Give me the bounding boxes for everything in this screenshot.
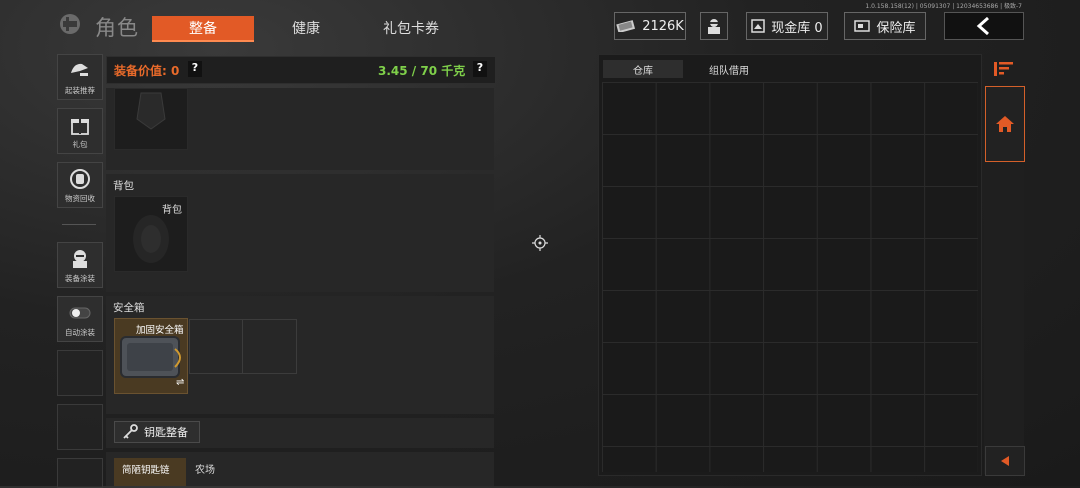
stash-grid[interactable] xyxy=(602,82,978,472)
sidebar-item-label: 自动涂装 xyxy=(65,328,95,337)
sidebar-item-gift[interactable]: 礼包 xyxy=(57,108,103,154)
recycle-icon xyxy=(70,169,90,189)
currency-amount: 2126K xyxy=(642,18,684,34)
keychain-map-label: 农场 xyxy=(195,465,215,476)
insurance-button[interactable]: 保险库 xyxy=(844,12,926,40)
currency-display[interactable]: 2126K xyxy=(614,12,686,40)
insurance-label: 保险库 xyxy=(876,20,916,36)
sidebar-divider xyxy=(62,224,96,225)
gift-icon xyxy=(71,119,89,135)
swap-icon[interactable]: ⇌ xyxy=(176,377,184,388)
profile-button[interactable] xyxy=(700,12,728,40)
vault-icon xyxy=(751,19,766,33)
toggle-icon[interactable] xyxy=(68,301,92,325)
tab-gift-cards[interactable]: 礼包卡券 xyxy=(358,16,464,40)
safe-icon xyxy=(854,20,871,32)
crosshair-icon xyxy=(532,235,548,251)
key-loadout-button[interactable]: 钥匙整备 xyxy=(114,421,200,443)
version-string: 1.0.158.158(12) | 05091307 | 12034653686… xyxy=(865,3,1022,10)
triangle-left-icon xyxy=(1001,456,1009,466)
page-title: 角色 xyxy=(95,16,139,40)
help-icon[interactable]: ? xyxy=(473,61,487,77)
chevron-left-icon xyxy=(976,17,989,35)
keychain-item-label: 简陋钥匙链 xyxy=(122,465,170,476)
safebox-grid-cell[interactable] xyxy=(242,319,297,374)
chest-rig-icon xyxy=(136,92,166,130)
cash-vault-label: 现金库 0 xyxy=(771,20,823,36)
cash-vault-button[interactable]: 现金库 0 xyxy=(746,12,828,40)
collapse-button[interactable] xyxy=(985,446,1025,476)
character-logo-icon xyxy=(60,14,80,34)
key-icon xyxy=(123,424,138,439)
safebox-grid-cell[interactable] xyxy=(189,319,243,374)
sidebar-empty-slot xyxy=(57,404,103,450)
chest-rig-slot[interactable] xyxy=(114,88,188,150)
weight-display: 3.45 / 70 千克 xyxy=(378,64,466,78)
safebox-item-label: 加固安全箱 xyxy=(136,325,184,336)
equipment-value: 装备价值: 0 xyxy=(114,64,180,78)
back-button[interactable] xyxy=(944,12,1024,40)
sidebar-item-label: 物资回收 xyxy=(65,194,95,203)
sidebar-item-loadout[interactable]: 起装推荐 xyxy=(57,54,103,100)
sidebar-item-label: 装备涂装 xyxy=(65,274,95,283)
sidebar-item-recycle[interactable]: 物资回收 xyxy=(57,162,103,208)
loadout-icon xyxy=(71,63,88,76)
backpack-slot-label: 背包 xyxy=(162,205,182,216)
tab-equip[interactable]: 整备 xyxy=(152,16,254,42)
tab-team-borrow[interactable]: 组队借用 xyxy=(686,60,772,78)
help-icon[interactable]: ? xyxy=(188,61,202,77)
sidebar-item-label: 起装推荐 xyxy=(65,86,95,95)
sidebar-empty-slot xyxy=(57,458,103,488)
tab-stash[interactable]: 仓库 xyxy=(603,60,683,78)
sort-icon[interactable] xyxy=(993,60,1015,76)
sidebar-item-auto-paint[interactable]: 自动涂装 xyxy=(57,296,103,342)
paint-icon xyxy=(73,250,87,268)
sidebar-item-paint[interactable]: 装备涂装 xyxy=(57,242,103,288)
stash-home-button[interactable] xyxy=(985,86,1025,162)
backpack-title: 背包 xyxy=(113,180,134,192)
sidebar-item-label: 礼包 xyxy=(72,140,88,149)
key-loadout-label: 钥匙整备 xyxy=(144,426,188,439)
money-icon xyxy=(616,20,636,32)
safebox-title: 安全箱 xyxy=(113,302,145,314)
home-icon xyxy=(996,116,1014,132)
tab-health[interactable]: 健康 xyxy=(258,16,354,40)
operator-icon xyxy=(708,19,720,34)
sidebar-empty-slot xyxy=(57,350,103,396)
